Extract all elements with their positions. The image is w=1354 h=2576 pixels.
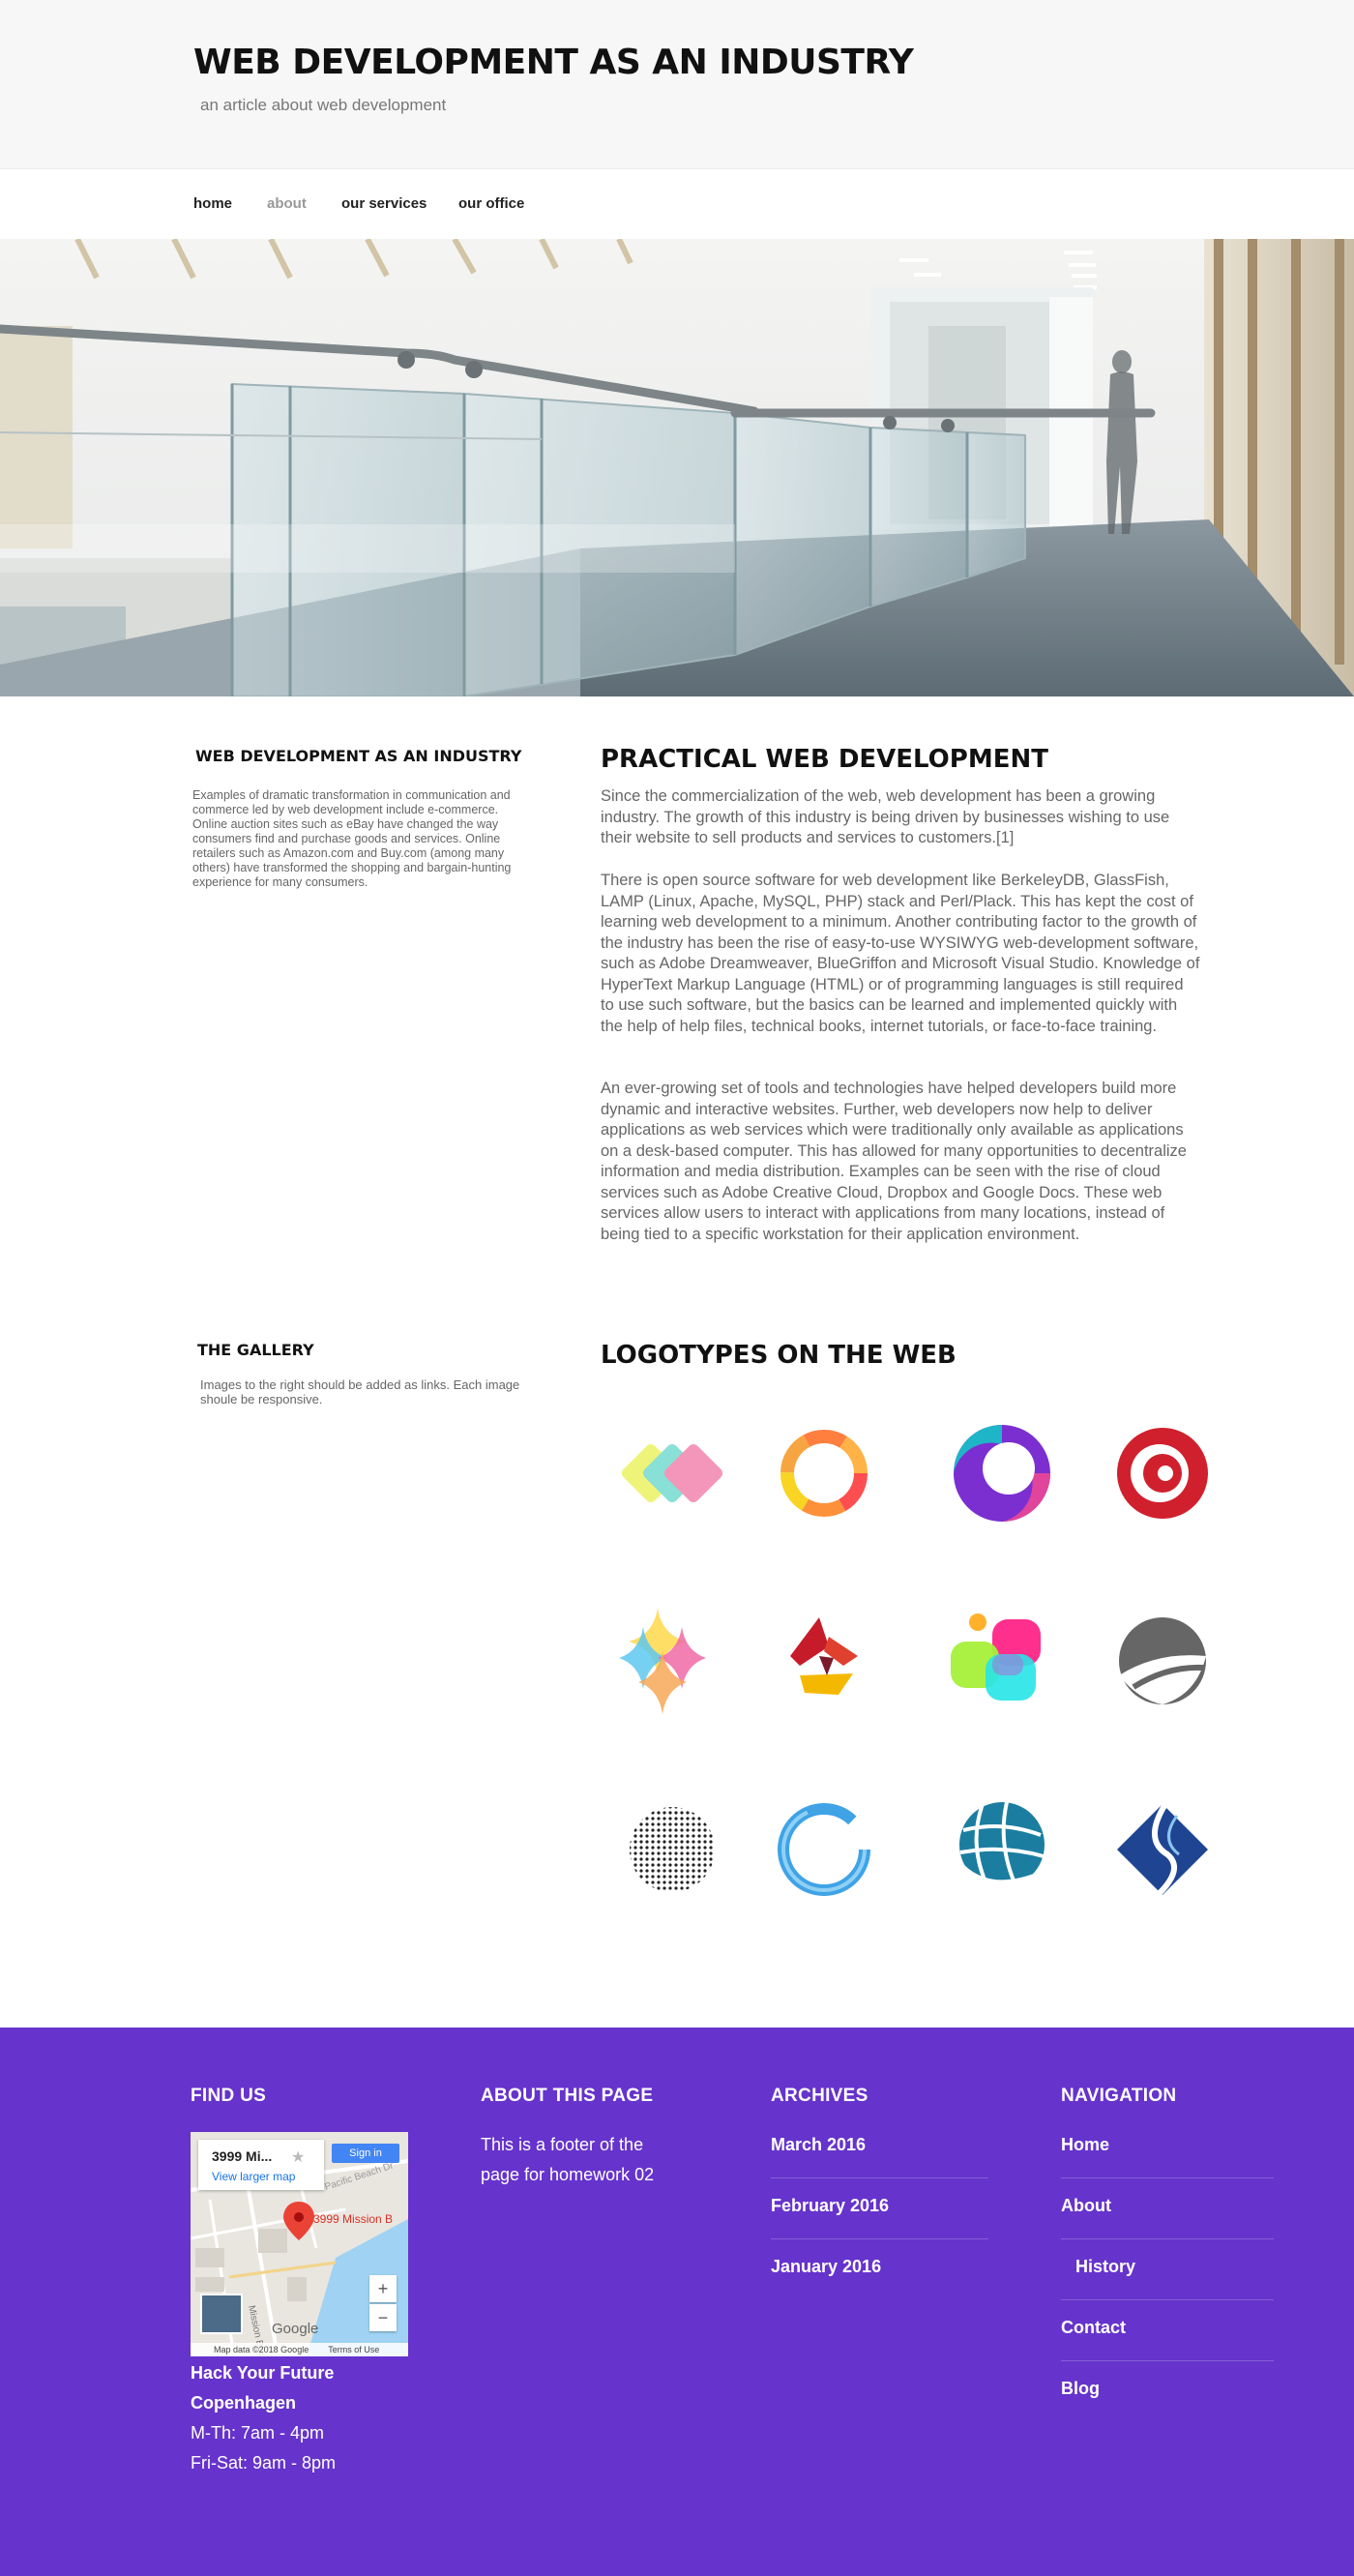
satellite-toggle-button[interactable] [200,2294,243,2334]
footer-hours-line-2: Fri-Sat: 9am - 8pm [191,2453,337,2472]
footer-nav-blog[interactable]: Blog [1061,2379,1100,2399]
gray-crescent-logo-icon [1119,1617,1206,1704]
logo-link-6[interactable] [761,1598,887,1724]
footer-navigation-heading: NAVIGATION [1061,2086,1177,2106]
logo-link-3[interactable] [939,1410,1065,1536]
gallery-sidebar-text: Images to the right should be added as l… [200,1377,520,1406]
overlapping-diamonds-logo-icon [621,1443,723,1503]
zoom-out-button[interactable]: − [369,2304,397,2331]
intro-sidebar-heading: WEB DEVELOPMENT AS AN INDUSTRY [195,747,522,765]
footer-separator [771,2177,988,2178]
footer-nav-contact[interactable]: Contact [1061,2318,1126,2338]
footer-archives-heading: ARCHIVES [771,2086,868,2106]
view-larger-map-link[interactable]: View larger map [212,2170,295,2183]
footer-about-heading: ABOUT THIS PAGE [481,2086,654,2106]
purple-swirl-logo-icon [954,1425,1050,1522]
nav-item-our-office[interactable]: our office [458,195,524,212]
footer-separator [1061,2238,1274,2239]
intro-sidebar-text: Examples of dramatic transformation in c… [192,788,512,889]
logo-link-12[interactable] [1100,1787,1225,1912]
article-heading: PRACTICAL WEB DEVELOPMENT [601,745,1048,774]
footer-about-text: This is a footer of the page for homewor… [481,2135,655,2184]
footer-separator [771,2238,988,2239]
main-nav: home about our services our office [0,170,1354,239]
logo-link-2[interactable] [761,1410,887,1536]
nav-item-home[interactable]: home [193,195,232,212]
map-pin-label: 3999 Mission B [313,2212,394,2226]
archive-link-january-2016[interactable]: January 2016 [771,2257,881,2277]
site-footer: FIND US Mission Blvd Pacific Beach Dr 39… [0,2028,1354,2576]
footer-nav-home[interactable]: Home [1061,2135,1109,2155]
map-info-card: 3999 Mi... ★ View larger map [198,2140,324,2190]
logo-link-7[interactable] [939,1598,1065,1724]
zoom-in-button[interactable]: + [369,2275,397,2302]
footer-separator [1061,2360,1274,2361]
red-target-logo-icon [1117,1428,1208,1519]
footer-nav-history[interactable]: History [1075,2257,1135,2277]
nav-item-our-services[interactable]: our services [341,195,427,212]
blue-brush-ring-logo-icon [778,1803,870,1896]
logo-link-11[interactable] [939,1787,1065,1912]
logo-link-4[interactable] [1100,1410,1225,1536]
article-paragraph-3: An ever-growing set of tools and technol… [601,1080,1187,1243]
sparkle-stars-logo-icon [619,1608,706,1714]
site-title[interactable]: WEB DEVELOPMENT AS AN INDUSTRY [193,43,914,82]
logo-link-1[interactable] [609,1410,735,1536]
google-logo: Google [272,2321,319,2337]
nav-item-about[interactable]: about [267,195,307,212]
logo-link-8[interactable] [1100,1598,1225,1724]
star-icon[interactable]: ★ [291,2147,305,2167]
footer-hours-line-1: M-Th: 7am - 4pm [191,2423,325,2443]
archive-link-march-2016[interactable]: March 2016 [771,2135,866,2155]
footer-address-line-1: Hack Your Future [191,2363,335,2383]
site-tagline: an article about web development [200,96,447,114]
dotted-sphere-logo-icon [630,1807,715,1892]
gallery-sidebar-heading: THE GALLERY [197,1341,314,1359]
archive-link-february-2016[interactable]: February 2016 [771,2196,889,2216]
logo-link-5[interactable] [609,1598,735,1724]
article-paragraph-1: Since the commercialization of the web, … [601,787,1170,846]
logo-link-9[interactable] [609,1787,735,1912]
color-blobs-logo-icon [951,1614,1041,1701]
footer-address-line-2: Copenhagen [191,2393,297,2413]
footer-nav-about[interactable]: About [1061,2196,1111,2216]
paint-splash-logo-icon [790,1617,858,1695]
teal-globe-logo-icon [958,1801,1045,1893]
logo-link-10[interactable] [761,1787,887,1912]
gallery-heading: LOGOTYPES ON THE WEB [601,1341,957,1370]
map-signin-button[interactable]: Sign in [332,2144,399,2163]
footer-find-us-heading: FIND US [191,2086,267,2106]
map-card-title: 3999 Mi... [212,2148,273,2164]
rainbow-ring-logo-icon [780,1430,868,1517]
embedded-map[interactable]: Mission Blvd Pacific Beach Dr 3999 Mi...… [191,2132,408,2356]
article-paragraph-2: There is open source software for web de… [601,872,1200,1035]
map-data-text: Map data ©2018 Google [214,2345,309,2354]
blue-diamond-logo-icon [1117,1802,1208,1898]
map-attribution: Map data ©2018 Google Terms of Use [191,2343,408,2356]
footer-separator [1061,2177,1274,2178]
hero-image [0,239,1354,696]
site-header: WEB DEVELOPMENT AS AN INDUSTRY an articl… [0,0,1354,169]
footer-separator [1061,2299,1274,2300]
map-terms-link[interactable]: Terms of Use [328,2345,379,2354]
